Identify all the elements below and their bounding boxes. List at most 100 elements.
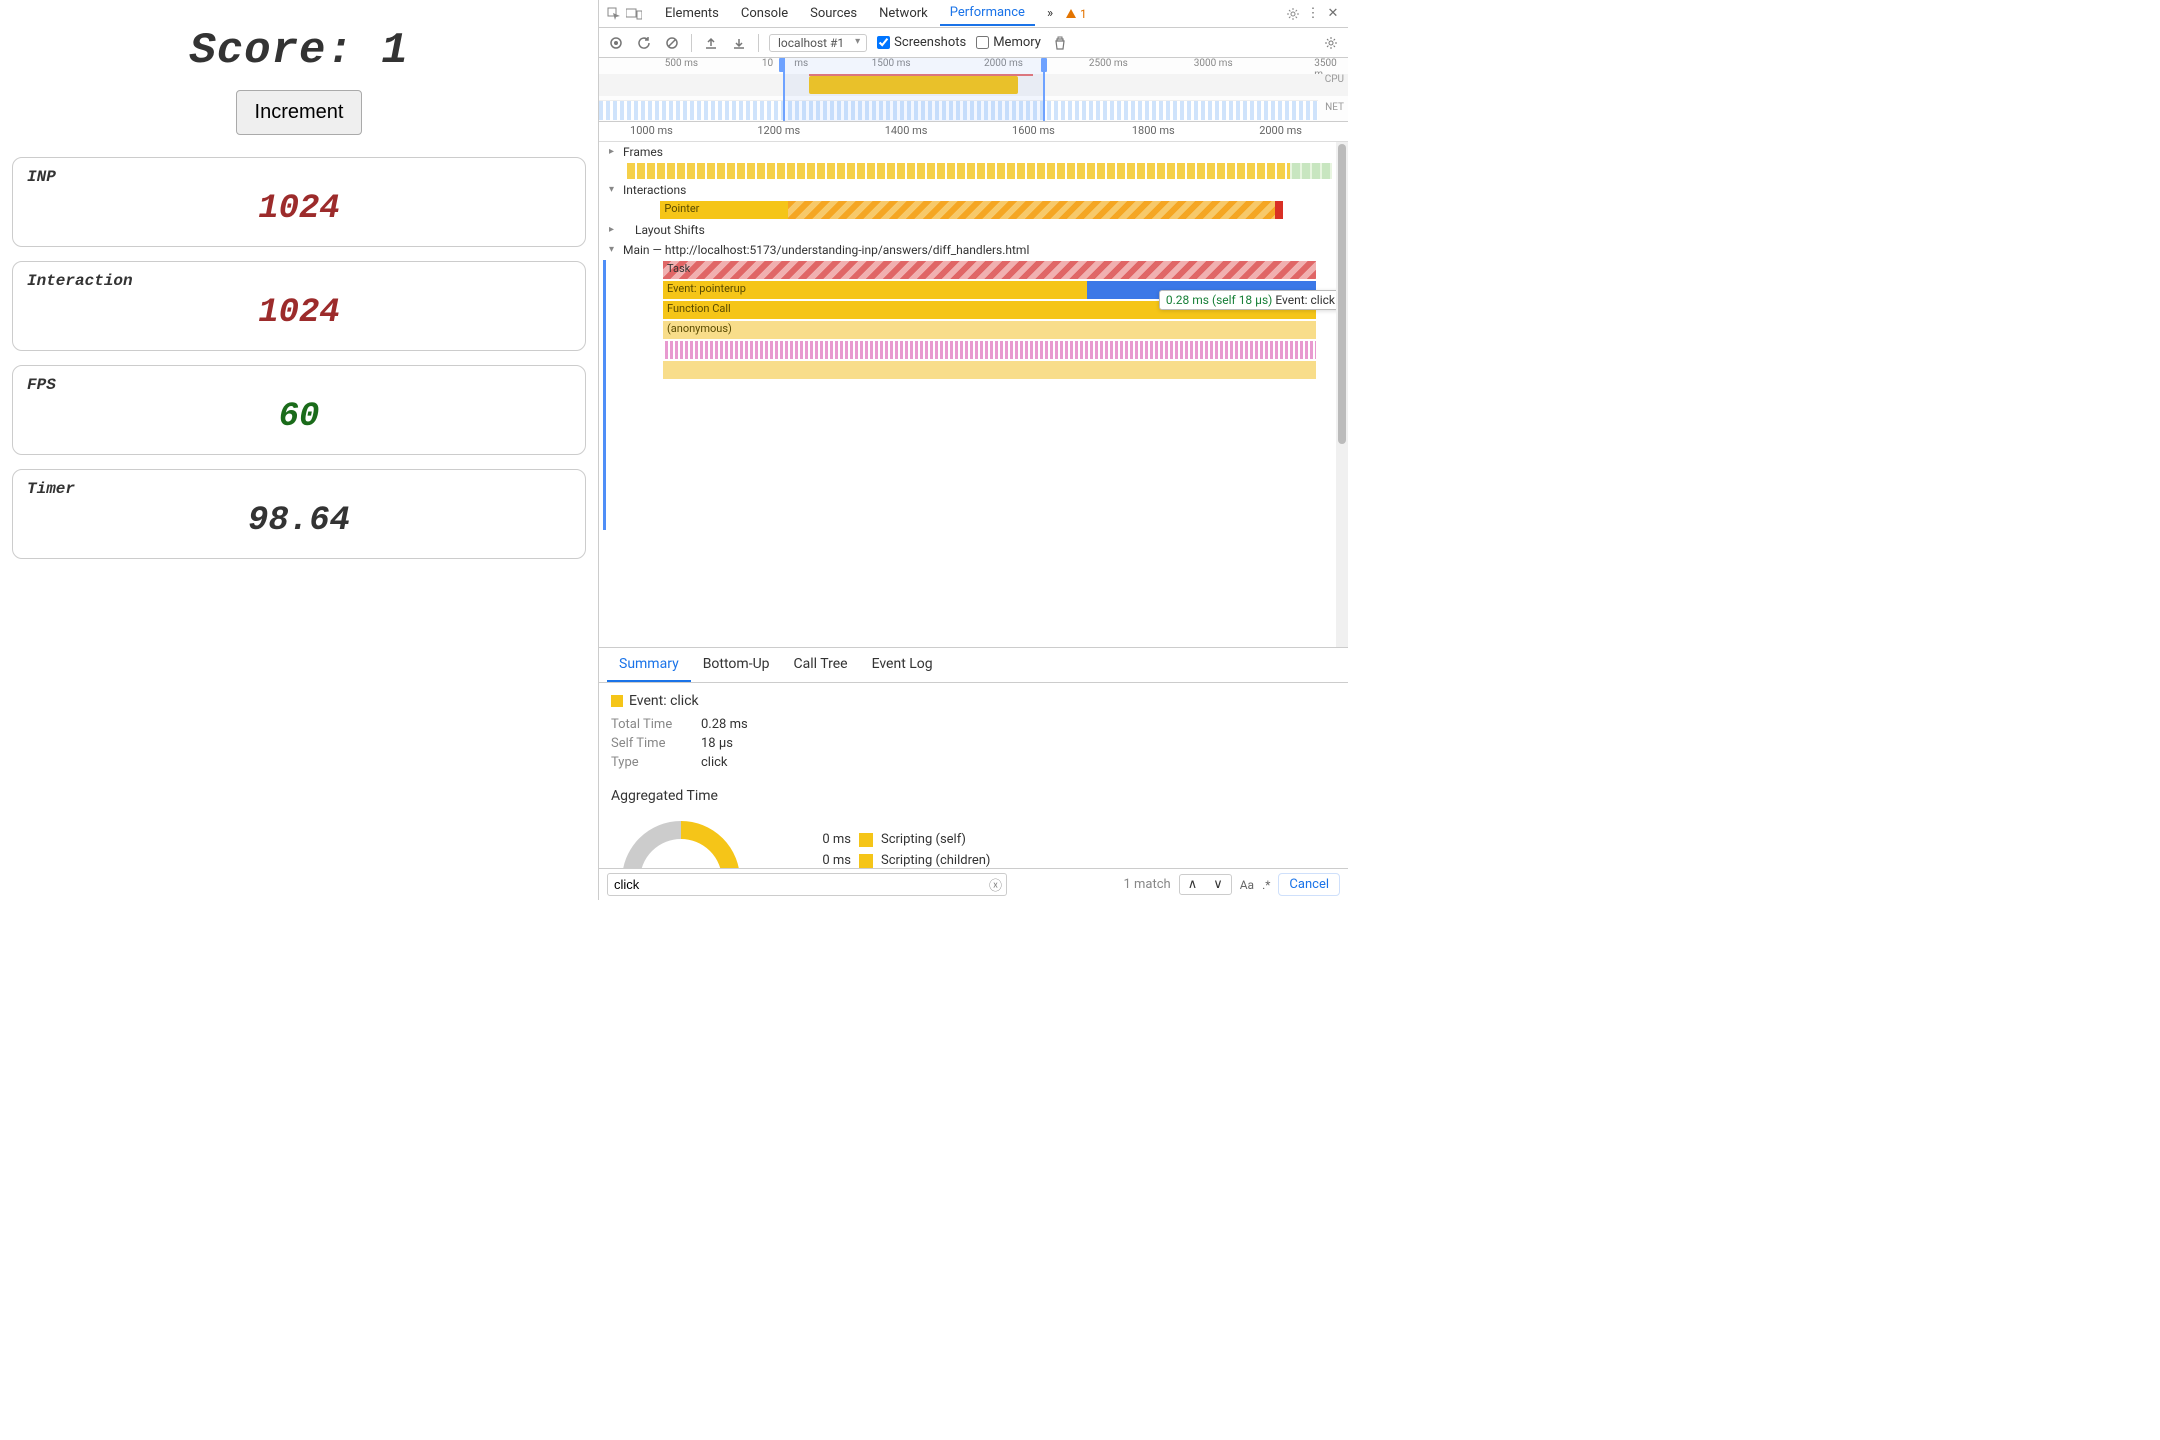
stab-calltree[interactable]: Call Tree (782, 648, 860, 682)
settings-icon[interactable] (1284, 5, 1302, 23)
pointer-long-bar[interactable] (788, 201, 1276, 219)
task-lane: Task (663, 260, 1316, 280)
search-prev-icon[interactable]: ∧ (1180, 875, 1206, 894)
metric-value: 60 (27, 398, 571, 436)
type-key: Type (611, 755, 701, 770)
search-clear-icon[interactable]: ⓧ (989, 875, 1002, 894)
search-regex-toggle[interactable]: .* (1262, 878, 1270, 892)
upload-icon[interactable] (702, 34, 720, 52)
tab-sources[interactable]: Sources (800, 2, 867, 25)
metric-label: Interaction (27, 272, 571, 290)
warning-count: 1 (1080, 7, 1087, 21)
search-match-count: 1 match (1123, 877, 1170, 892)
clear-icon[interactable] (663, 34, 681, 52)
metric-card-timer: Timer 98.64 (12, 469, 586, 559)
tabs-more[interactable]: » (1037, 2, 1063, 25)
selection-handle-right[interactable] (1041, 58, 1047, 72)
event-swatch (611, 695, 623, 707)
memory-checkbox[interactable]: Memory (976, 35, 1041, 50)
frames-lane (625, 162, 1332, 180)
event-pointerup-bar[interactable]: Event: pointerup (663, 281, 1087, 299)
selection-handle-left[interactable] (779, 58, 785, 72)
score-label: Score: (189, 26, 353, 76)
net-label: NET (1325, 102, 1344, 113)
search-case-toggle[interactable]: Aa (1240, 878, 1254, 892)
flame-ruler: 1000 ms 1200 ms 1400 ms 1600 ms 1800 ms … (599, 122, 1348, 142)
demo-app: Score: 1 Increment INP 1024 Interaction … (0, 0, 598, 900)
overview-timeline[interactable]: 500 ms 10 ms 1500 ms 2000 ms 2500 ms 300… (599, 58, 1348, 122)
reload-icon[interactable] (635, 34, 653, 52)
stab-bottomup[interactable]: Bottom-Up (691, 648, 782, 682)
total-time-val: 0.28 ms (701, 717, 1336, 732)
flame-scrollbar[interactable] (1336, 142, 1348, 647)
legend-swatch (859, 854, 873, 868)
agg-legend: 0 msScripting (self) 0 msScripting (chil… (801, 832, 990, 868)
warning-icon (1065, 8, 1077, 20)
search-nav: ∧ ∨ (1179, 874, 1232, 895)
increment-button[interactable]: Increment (236, 90, 363, 135)
type-val: click (701, 755, 1336, 770)
screenshots-input[interactable] (877, 36, 890, 49)
summary-header: Event: click (629, 693, 699, 709)
metric-card-fps: FPS 60 (12, 365, 586, 455)
cpu-label: CPU (1325, 74, 1344, 85)
score-value: 1 (381, 26, 408, 76)
screenshots-checkbox[interactable]: Screenshots (877, 35, 966, 50)
stab-summary[interactable]: Summary (607, 648, 691, 682)
metric-label: FPS (27, 376, 571, 394)
score-display: Score: 1 (189, 26, 408, 76)
metric-label: INP (27, 168, 571, 186)
record-icon[interactable] (607, 34, 625, 52)
devtools-panel: Elements Console Sources Network Perform… (598, 0, 1348, 900)
flame-chart[interactable]: 1000 ms 1200 ms 1400 ms 1600 ms 1800 ms … (599, 122, 1348, 648)
stab-eventlog[interactable]: Event Log (860, 648, 945, 682)
metric-card-interaction: Interaction 1024 (12, 261, 586, 351)
track-interactions[interactable]: Interactions (599, 180, 1348, 200)
perf-toolbar: localhost #1 Screenshots Memory (599, 28, 1348, 58)
metric-value: 98.64 (27, 502, 571, 540)
metrics-list: INP 1024 Interaction 1024 FPS 60 Timer 9… (12, 157, 586, 559)
metric-card-inp: INP 1024 (12, 157, 586, 247)
close-icon[interactable]: ✕ (1324, 5, 1342, 23)
tab-elements[interactable]: Elements (655, 2, 729, 25)
session-select[interactable]: localhost #1 (769, 34, 867, 52)
device-icon[interactable] (625, 5, 643, 23)
perf-settings-icon[interactable] (1322, 34, 1340, 52)
search-input[interactable] (607, 873, 1007, 896)
pointer-end-marker (1275, 201, 1283, 219)
yellow-lane (663, 360, 1316, 380)
download-icon[interactable] (730, 34, 748, 52)
memory-input[interactable] (976, 36, 989, 49)
self-time-key: Self Time (611, 736, 701, 751)
summary-tabstrip: Summary Bottom-Up Call Tree Event Log (599, 648, 1348, 683)
task-bar[interactable]: Task (663, 261, 1316, 279)
warning-badge[interactable]: 1 (1065, 7, 1087, 21)
flame-tooltip: 0.28 ms (self 18 µs) Event: click (1159, 290, 1342, 310)
track-frames[interactable]: Frames (599, 142, 1348, 162)
track-layout-shifts[interactable]: Layout Shifts (599, 220, 1348, 240)
gc-icon[interactable] (1051, 34, 1069, 52)
metric-value: 1024 (27, 294, 571, 332)
total-time-key: Total Time (611, 717, 701, 732)
search-next-icon[interactable]: ∨ (1205, 875, 1231, 894)
sub-bar[interactable] (663, 361, 1316, 379)
kebab-icon[interactable]: ⋮ (1304, 5, 1322, 23)
metric-label: Timer (27, 480, 571, 498)
track-main[interactable]: Main — http://localhost:5173/understandi… (599, 240, 1348, 260)
devtools-tabstrip: Elements Console Sources Network Perform… (599, 0, 1348, 28)
tab-console[interactable]: Console (731, 2, 798, 25)
tab-performance[interactable]: Performance (940, 1, 1035, 26)
tooltip-timing: 0.28 ms (self 18 µs) (1166, 293, 1272, 307)
pointer-bar[interactable]: Pointer (660, 201, 787, 219)
legend-swatch (859, 833, 873, 847)
search-cancel-button[interactable]: Cancel (1278, 873, 1340, 896)
tab-network[interactable]: Network (869, 2, 938, 25)
anon-lane: (anonymous) (663, 320, 1316, 340)
overview-selection[interactable] (783, 58, 1045, 121)
layout-bar[interactable] (663, 341, 1316, 359)
search-bar: ⓧ 1 match ∧ ∨ Aa .* Cancel (599, 868, 1348, 900)
anonymous-bar[interactable]: (anonymous) (663, 321, 1316, 339)
tooltip-label: Event: click (1275, 293, 1335, 307)
scrollbar-thumb[interactable] (1338, 144, 1346, 444)
inspect-icon[interactable] (605, 5, 623, 23)
